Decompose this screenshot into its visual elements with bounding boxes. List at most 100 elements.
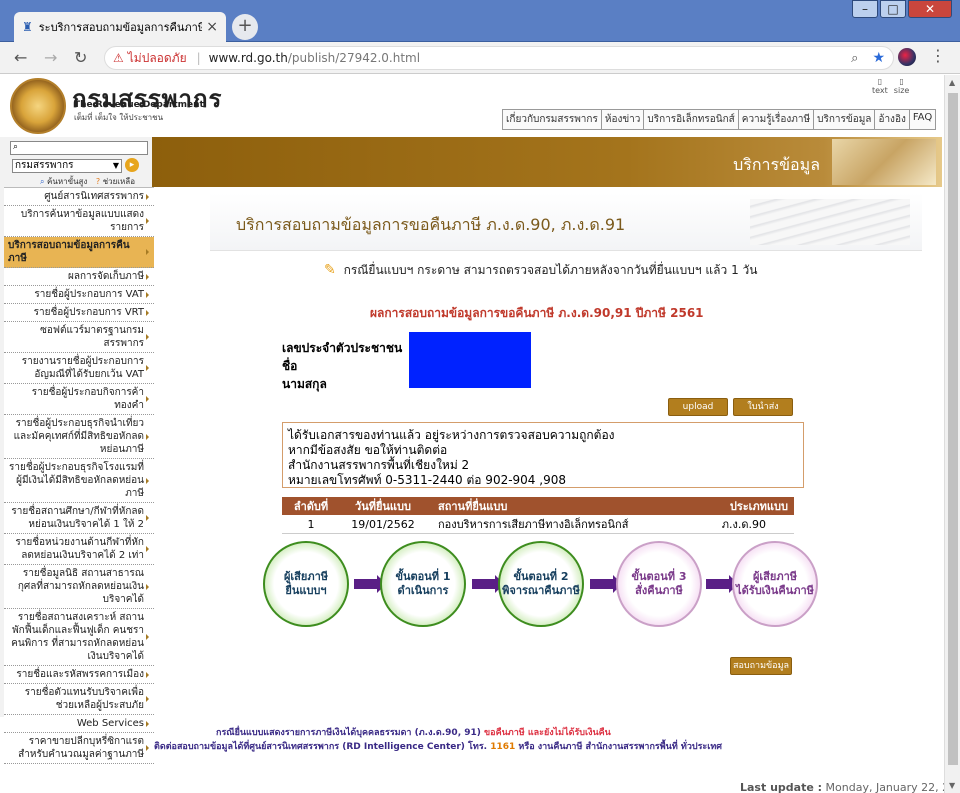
sidebar-item[interactable]: รายชื่อและรหัสพรรคการเมือง	[4, 666, 154, 684]
sidebar-item[interactable]: รายชื่อผู้ประกอบการ VRT	[4, 304, 154, 322]
surname-label: นามสกุล	[282, 377, 327, 391]
last-update: Last update : Monday, January 22, 2018	[740, 781, 944, 793]
magnifier-icon: ⌕	[40, 177, 45, 186]
search-go-button[interactable]: ▸	[125, 158, 139, 172]
step-line1: ผู้เสียภาษี	[752, 570, 798, 583]
hotline-number: 1161	[490, 742, 516, 752]
top-menu-item[interactable]: บริการอิเล็กทรอนิกส์	[644, 110, 739, 129]
id-label: เลขประจำตัวประชาชน	[282, 341, 403, 355]
sidebar-item[interactable]: รายชื่อตัวแทนรับบริจาคเพื่อช่วยเหลือผู้ป…	[4, 684, 154, 715]
step-1: ขั้นตอนที่ 1 ดำเนินการ	[380, 541, 466, 627]
minimize-button[interactable]: –	[852, 0, 878, 18]
col-header: ลำดับที่	[282, 497, 340, 515]
top-menu-item[interactable]: อ้างอิง	[875, 110, 910, 129]
bookmark-star-icon[interactable]: ★	[872, 50, 885, 66]
back-icon[interactable]: ←	[14, 48, 27, 67]
step-line2: ได้รับเงินคืนภาษี	[736, 584, 814, 597]
size-label: size	[893, 86, 910, 95]
sidebar-item[interactable]: Web Services	[4, 715, 154, 733]
step-refund-received: ผู้เสียภาษี ได้รับเงินคืนภาษี	[732, 541, 818, 627]
close-window-button[interactable]: ✕	[908, 0, 952, 18]
sidebar-item[interactable]: รายชื่อสถานศึกษา/กีฬาที่หักลดหย่อนเงินบร…	[4, 503, 154, 534]
document-icon: ▯	[877, 77, 883, 86]
sidebar-item[interactable]: ซอฟต์แวร์มาตรฐานกรมสรรพากร	[4, 322, 154, 353]
new-query-button[interactable]: สอบถามข้อมูลใหม่	[730, 657, 792, 687]
size-mode-button[interactable]: ▯ size	[894, 77, 910, 95]
select-value: กรมสรรพากร	[15, 160, 74, 171]
window-controls: – □ ✕	[852, 0, 952, 18]
cover-letter-button[interactable]: ใบนำส่งเอกสาร	[733, 398, 793, 428]
sidebar-item[interactable]: รายชื่อผู้ประกอบธุรกิจโรงแรมที่ผู้มีเงิน…	[4, 459, 154, 503]
text-mode-button[interactable]: ▯ text	[872, 77, 888, 95]
arrow-right-icon	[354, 575, 386, 593]
result-title: ผลการสอบถามข้อมูลการขอคืนภาษี ภ.ง.ด.90,9…	[370, 306, 704, 320]
scroll-down-icon[interactable]: ▼	[949, 781, 955, 790]
page-scrollbar[interactable]: ▲ ▼	[944, 75, 960, 793]
col-header: ประเภทแบบ	[676, 497, 794, 515]
sidebar-item[interactable]: รายชื่อผู้ประกอบธุรกิจนำเที่ยวและมัคคุเท…	[4, 415, 154, 459]
reload-icon[interactable]: ↻	[74, 48, 87, 67]
advanced-search-link[interactable]: ค้นหาขั้นสูง	[47, 177, 87, 186]
new-tab-button[interactable]: +	[232, 14, 258, 40]
sidebar-item[interactable]: ราคาขายปลีกบุหรี่ซิกาแรตสำหรับคำนวณมูลค่…	[4, 733, 154, 764]
sidebar-item[interactable]: บริการสอบถามข้อมูลการคืนภาษี	[4, 237, 154, 268]
upload-documents-button[interactable]: upload เอกสาร	[668, 398, 728, 428]
step-line1: ขั้นตอนที่ 3	[631, 570, 687, 583]
sidebar-item[interactable]: บริการค้นหาข้อมูลแบบแสดงรายการ	[4, 206, 154, 237]
col-header: สถานที่ยื่นแบบ	[426, 497, 676, 515]
step-line1: ผู้เสียภาษี	[283, 570, 329, 583]
sidebar-item[interactable]: รายชื่อมูลนิธิ สถานสาธารณกุศลที่สามารถหั…	[4, 565, 154, 609]
logo-slogan: เต็มที่ เต็มใจ ให้ประชาชน	[74, 113, 164, 122]
search-input[interactable]: ⌕	[10, 141, 148, 155]
address-bar-row: ← → ↻ ⚠ ไม่ปลอดภัย | www.rd.go.th /publi…	[0, 42, 960, 74]
sidebar-item[interactable]: รายชื่อหน่วยงานด้านกีฬาที่หักลดหย่อนเงิน…	[4, 534, 154, 565]
help-icon: ?	[95, 177, 101, 186]
search-scope-select[interactable]: กรมสรรพากร ▼	[12, 159, 122, 173]
tab-bar: ♜ ระบริการสอบถามข้อมูลการคืนภาษีระ × + –…	[0, 0, 960, 42]
sidebar-item[interactable]: รายชื่อสถานสงเคราะห์ สถานพักฟื้นเด็กและฟ…	[4, 609, 154, 666]
zoom-icon[interactable]: ⌕	[851, 51, 858, 66]
table-row: 1 19/01/2562 กองบริหารการเสียภาษีทางอิเล…	[282, 515, 794, 534]
tab-title: ระบริการสอบถามข้อมูลการคืนภาษีระ	[38, 21, 203, 34]
sidebar-item[interactable]: รายงานรายชื่อผู้ประกอบการ อัญมณีที่ได้รั…	[4, 353, 154, 384]
document-icon: ▯	[899, 77, 904, 86]
browser-menu-icon[interactable]: ⋮	[930, 46, 946, 65]
text-size-controls: ▯ text ▯ size	[872, 77, 909, 95]
help-link[interactable]: ช่วยเหลือ	[103, 177, 135, 186]
step-line1: ขั้นตอนที่ 2	[513, 570, 569, 583]
text-label: text	[872, 86, 888, 95]
sidebar-item[interactable]: ศูนย์สารนิเทศสรรพากร	[4, 188, 154, 206]
maximize-button[interactable]: □	[880, 0, 906, 18]
top-menu-item[interactable]: ห้องข่าว	[602, 110, 645, 129]
status-line: สำนักงานสรรพากรพื้นที่เชียงใหม่ 2	[288, 458, 470, 472]
top-menu-item[interactable]: เกี่ยวกับกรมสรรพากร	[503, 110, 602, 129]
scrollbar-thumb[interactable]	[948, 93, 958, 765]
pencil-icon: ✎	[324, 262, 336, 278]
profile-avatar[interactable]	[898, 48, 916, 66]
subheader-title: บริการสอบถามข้อมูลการขอคืนภาษี ภ.ง.ด.90,…	[236, 215, 626, 234]
cell-form: ภ.ง.ด.90	[676, 515, 794, 534]
sidebar-item[interactable]: ผลการจัดเก็บภาษี	[4, 268, 154, 286]
notice: ✎ กรณียื่นแบบฯ กระดาษ สามารถตรวจสอบได้ภา…	[324, 261, 757, 280]
url-bar[interactable]: ⚠ ไม่ปลอดภัย | www.rd.go.th /publish/279…	[104, 46, 894, 70]
arrow-right-icon	[472, 575, 504, 593]
scroll-up-icon[interactable]: ▲	[949, 78, 955, 87]
sidebar-item[interactable]: รายชื่อผู้ประกอบกิจการค้าทองคำ	[4, 384, 154, 415]
sidebar-item[interactable]: รายชื่อผู้ประกอบการ VAT	[4, 286, 154, 304]
browser-tab[interactable]: ♜ ระบริการสอบถามข้อมูลการคืนภาษีระ ×	[14, 12, 226, 42]
step-line2: ดำเนินการ	[397, 584, 449, 597]
filing-table: ลำดับที่ วันที่ยื่นแบบ สถานที่ยื่นแบบ ปร…	[282, 497, 794, 534]
taxpayer-labels: เลขประจำตัวประชาชน ชื่อ นามสกุล	[282, 339, 402, 393]
redacted-identity-box	[409, 332, 531, 388]
status-message-box: ได้รับเอกสารของท่านแล้ว อยู่ระหว่างการตร…	[282, 422, 804, 488]
step-taxpayer-file: ผู้เสียภาษี ยื่นแบบฯ	[263, 541, 349, 627]
tab-close-icon[interactable]: ×	[206, 19, 218, 35]
step-line1: ขั้นตอนที่ 1	[395, 570, 451, 583]
forward-icon[interactable]: →	[44, 48, 57, 67]
top-menu-item[interactable]: บริการข้อมูล	[814, 110, 876, 129]
footer-note-b: ขอคืนภาษี และยังไม่ได้รับเงินคืน	[484, 728, 611, 738]
top-menu-item[interactable]: FAQ	[910, 110, 935, 129]
section-banner: บริการข้อมูล	[152, 137, 942, 187]
top-menu-item[interactable]: ความรู้เรื่องภาษี	[739, 110, 815, 129]
rd-seal-logo	[10, 78, 66, 134]
